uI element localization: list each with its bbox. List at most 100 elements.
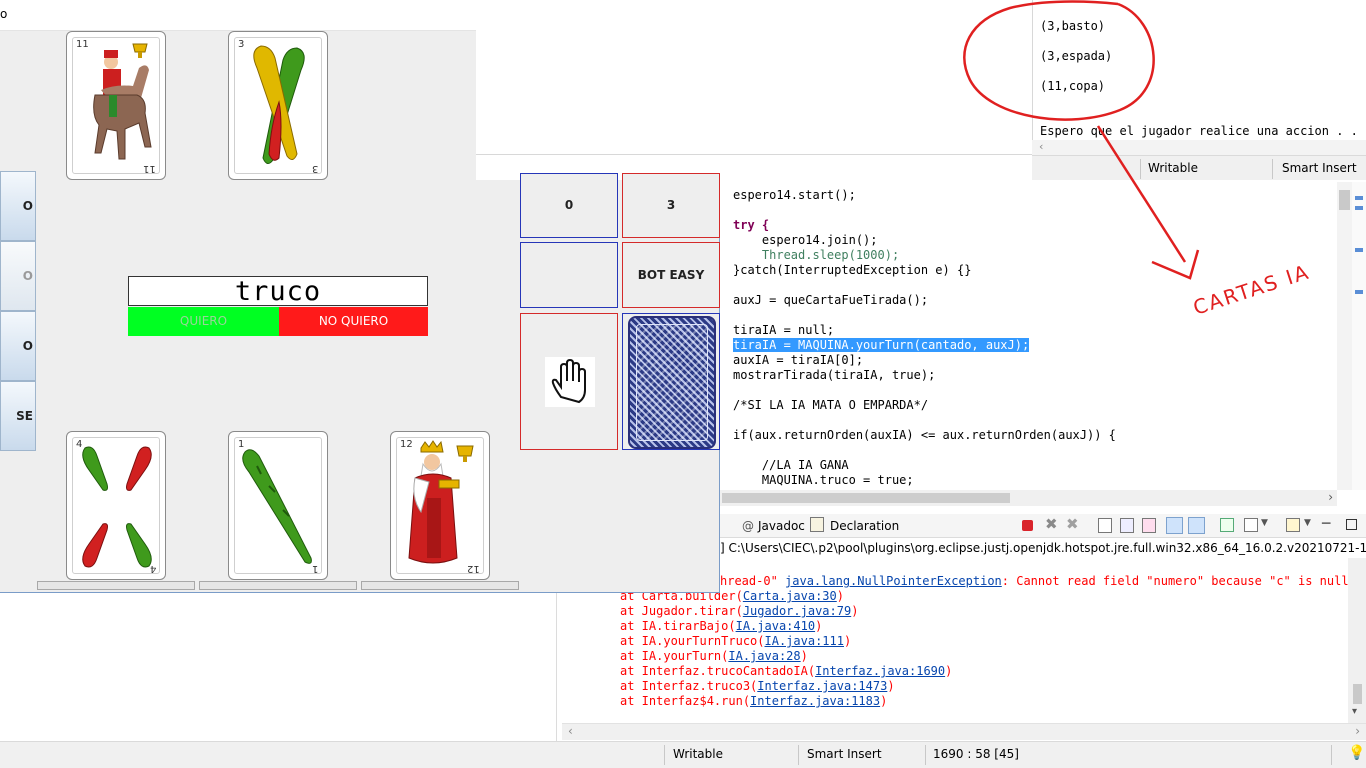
stack-link[interactable]: Interfaz.java:1690	[815, 664, 945, 678]
stack-line: at IA.yourTurnTruco(IA.java:111)	[620, 634, 852, 648]
score-ia-box: 0	[520, 173, 618, 238]
stack-line: at Interfaz.truco3(Interfaz.java:1473)	[620, 679, 895, 693]
ruler-marker[interactable]	[1355, 206, 1363, 210]
side-button-3[interactable]: O	[0, 311, 36, 381]
no-quiero-button[interactable]: NO QUIERO	[279, 307, 428, 336]
editor-hscroll-thumb[interactable]	[722, 493, 1010, 503]
stack-line: at Interfaz.trucoCantadoIA(Interfaz.java…	[620, 664, 953, 678]
exception-line: hread-0" java.lang.NullPointerException:…	[720, 574, 1348, 588]
window-title: o	[0, 7, 8, 21]
code-editor[interactable]: espero14.start(); try { espero14.join();…	[720, 182, 1337, 490]
console-top: (3,basto) (3,espada) (11,copa) Espero qu…	[1032, 0, 1366, 155]
terminate-icon[interactable]	[1022, 520, 1033, 531]
editor-vscroll-thumb[interactable]	[1339, 190, 1350, 210]
lightbulb-icon[interactable]: 💡	[1348, 745, 1365, 761]
console-top-hscroll[interactable]: ‹	[1032, 140, 1366, 155]
card-slot-bar	[37, 581, 195, 590]
basto-icon	[253, 45, 305, 164]
game-title-bar: o	[0, 0, 476, 31]
stack-link[interactable]: IA.java:111	[765, 634, 844, 648]
stack-link[interactable]: Jugador.java:79	[743, 604, 851, 618]
scroll-lock-icon[interactable]	[1120, 518, 1134, 533]
status-insert-mode: Smart Insert	[1282, 161, 1357, 175]
code-line: espero14.start();	[733, 188, 856, 202]
console-line: (3,basto)	[1040, 19, 1106, 33]
display-console-icon[interactable]	[1244, 518, 1258, 532]
stack-link[interactable]: IA.java:28	[728, 649, 800, 663]
code-line: }catch(InterruptedException e) {}	[733, 263, 972, 277]
ruler-marker[interactable]	[1355, 248, 1363, 252]
quiero-button[interactable]: QUIERO	[128, 307, 279, 336]
truco-call-label: truco	[128, 276, 428, 307]
remove-all-icon[interactable]: ✖	[1066, 515, 1079, 533]
console-wait-message: Espero que el jugador realice una accion…	[1040, 124, 1366, 138]
tab-javadoc[interactable]: Javadoc	[758, 519, 805, 533]
left-pane	[0, 593, 557, 743]
player-card-1-basto[interactable]: 1 1	[228, 431, 328, 580]
pin-console-icon[interactable]	[1220, 518, 1234, 532]
code-comment: /*SI LA IA MATA O EMPARDA*/	[733, 398, 929, 412]
side-button-4[interactable]: SE	[0, 381, 36, 451]
truco-game-window: o 11 11 3 3 O O O SE truco QUIERO NO QUI…	[0, 0, 720, 593]
editor-vscroll[interactable]	[1337, 182, 1352, 490]
side-button-2[interactable]: O	[0, 241, 36, 311]
card-slot-bar	[361, 581, 519, 590]
basto-icon	[242, 449, 312, 564]
console-line: (3,espada)	[1040, 49, 1113, 63]
word-wrap-icon[interactable]	[1142, 518, 1156, 533]
status-writable: Writable	[673, 747, 723, 761]
basto-icon	[82, 446, 152, 568]
stack-line: at IA.yourTurn(IA.java:28)	[620, 649, 808, 663]
stack-line: at IA.tirarBajo(IA.java:410)	[620, 619, 823, 633]
code-keyword: try {	[733, 218, 770, 232]
card-slot-bar	[199, 581, 357, 590]
ia-card-caballo-copa: 11 11	[66, 31, 166, 180]
code-line: auxIA = tiraIA[0];	[733, 353, 864, 367]
bottom-tab-bar: @ Javadoc Declaration ✖ ✖ ▼ ▼ ─	[720, 514, 1366, 538]
javadoc-icon: @	[742, 519, 754, 533]
stack-link[interactable]: Interfaz.java:1183	[750, 694, 880, 708]
code-line: tiraIA = null;	[733, 323, 835, 337]
exception-link[interactable]: java.lang.NullPointerException	[785, 574, 1002, 588]
rey-copa-icon	[408, 440, 474, 564]
side-button-1[interactable]: O	[0, 171, 36, 241]
code-line: mostrarTirada(tiraIA, true);	[733, 368, 936, 382]
caballo-copa-icon	[93, 43, 152, 160]
show-on-error-icon[interactable]	[1188, 517, 1205, 534]
console-hscroll[interactable]: ‹ ›	[562, 723, 1366, 740]
console-vscroll[interactable]: ▾	[1348, 558, 1366, 723]
stack-line: at Jugador.tirar(Jugador.java:79)	[620, 604, 859, 618]
player-played-slot[interactable]	[520, 313, 618, 450]
code-comment: //LA IA GANA	[733, 458, 849, 472]
chevron-down-icon[interactable]: ▼	[1304, 518, 1311, 528]
code-line: auxJ = queCartaFueTirada();	[733, 293, 929, 307]
ruler-marker[interactable]	[1355, 196, 1363, 200]
maximize-icon[interactable]	[1346, 519, 1357, 530]
ia-played-slot	[622, 313, 720, 450]
player-card-12-copa[interactable]: 12 12	[390, 431, 490, 580]
console-header: ] C:\Users\CIEC\.p2\pool\plugins\org.ecl…	[720, 538, 1366, 558]
stack-link[interactable]: Interfaz.java:1473	[757, 679, 887, 693]
status-cursor-position: 1690 : 58 [45]	[933, 747, 1019, 761]
bot-level-box: BOT EASY	[622, 242, 720, 308]
minimize-icon[interactable]: ─	[1322, 516, 1330, 532]
tab-declaration[interactable]: Declaration	[830, 519, 899, 533]
hand-icon	[545, 357, 595, 407]
stack-link[interactable]: Carta.java:30	[743, 589, 837, 603]
card-back	[628, 316, 716, 449]
overview-ruler[interactable]	[1352, 182, 1366, 490]
chevron-down-icon[interactable]: ▼	[1261, 518, 1268, 528]
show-on-output-icon[interactable]	[1166, 517, 1183, 534]
status-insert-mode: Smart Insert	[807, 747, 882, 761]
code-line: espero14.join();	[733, 233, 878, 247]
open-console-icon[interactable]	[1286, 518, 1300, 532]
status-writable: Writable	[1148, 161, 1198, 175]
ruler-marker[interactable]	[1355, 290, 1363, 294]
main-status-bar: Writable Smart Insert 1690 : 58 [45] 💡	[0, 741, 1366, 768]
stack-line: at Interfaz$4.run(Interfaz.java:1183)	[620, 694, 888, 708]
stack-link[interactable]: IA.java:410	[736, 619, 815, 633]
ia-card-3-basto: 3 3	[228, 31, 328, 180]
player-card-4-basto[interactable]: 4 4	[66, 431, 166, 580]
clear-console-icon[interactable]	[1098, 518, 1112, 533]
remove-launch-icon[interactable]: ✖	[1045, 515, 1058, 533]
